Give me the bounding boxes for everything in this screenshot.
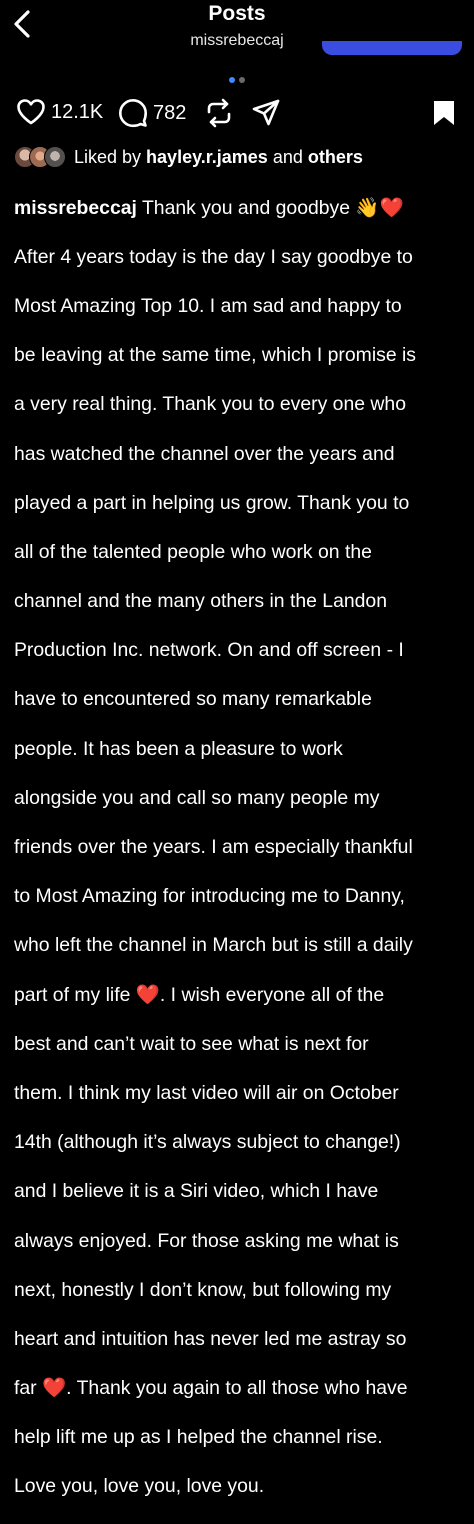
caption-line: and I believe it is a Siri video, which … — [14, 1180, 379, 1203]
caption-line: After 4 years today is the day I say goo… — [14, 245, 413, 268]
caption-line: them. I think my last video will air on … — [14, 1081, 399, 1104]
caption-line: channel and the many others in the Lando… — [14, 590, 388, 613]
liked-by-row[interactable]: Liked by hayley.r.james and others — [14, 144, 363, 170]
liker-avatars[interactable] — [14, 146, 70, 168]
caption-line: Thank you and goodbye 👋❤️ — [141, 196, 404, 219]
caption-line: always enjoyed. For those asking me what… — [14, 1229, 399, 1252]
comment-icon — [119, 99, 147, 128]
carousel-dot-active[interactable] — [229, 77, 235, 83]
post-caption: missrebeccaj Thank you and goodbye 👋❤️ A… — [14, 171, 464, 1524]
page-title: Posts — [208, 2, 266, 25]
liked-by-connector: and — [267, 146, 308, 167]
action-button-peek[interactable] — [322, 41, 462, 55]
carousel-dot[interactable] — [239, 77, 245, 83]
liked-by-others-link[interactable]: others — [308, 147, 363, 168]
caption-line: Production Inc. network. On and off scre… — [14, 639, 404, 662]
caption-line: Love you, love you, love you. — [14, 1475, 265, 1498]
caption-line: next, honestly I don’t know, but followi… — [14, 1278, 392, 1301]
caption-line: part of my life ❤️. I wish everyone all … — [14, 983, 385, 1006]
caption-line: played a part in helping us grow. Thank … — [14, 491, 410, 514]
caption-line: help lift me up as I helped the channel … — [14, 1426, 383, 1449]
caption-line: all of the talented people who work on t… — [14, 540, 372, 563]
bookmark-icon — [434, 101, 454, 125]
heart-icon — [17, 99, 45, 125]
repost-icon — [207, 98, 231, 128]
caption-line: people. It has been a pleasure to work — [14, 737, 343, 760]
caption-author[interactable]: missrebeccaj — [14, 197, 137, 219]
caption-line: a very real thing. Thank you to every on… — [14, 393, 406, 416]
caption-line: who left the channel in March but is sti… — [14, 934, 413, 957]
caption-line: 14th (although it’s always subject to ch… — [14, 1131, 401, 1154]
comment-count[interactable]: 782 — [153, 102, 186, 125]
caption-line: far ❤️. Thank you again to all those who… — [14, 1377, 408, 1400]
caption-line: heart and intuition has never led me ast… — [14, 1327, 407, 1350]
carousel-indicator — [0, 77, 474, 83]
share-icon — [252, 99, 280, 126]
caption-line: has watched the channel over the years a… — [14, 442, 395, 465]
comment-button[interactable]: 782 — [118, 98, 186, 128]
liked-by-user-link[interactable]: hayley.r.james — [146, 147, 268, 168]
top-bar: Posts missrebeccaj — [0, 0, 474, 60]
caption-line: be leaving at the same time, which I pro… — [14, 344, 416, 367]
bookmark-button[interactable] — [432, 99, 456, 127]
like-count[interactable]: 12.1K — [51, 101, 103, 124]
caption-line: friends over the years. I am especially … — [14, 836, 413, 859]
liked-by-prefix: Liked by — [74, 146, 147, 167]
caption-line: best and can’t wait to see what is next … — [14, 1032, 369, 1055]
avatar — [44, 146, 66, 168]
like-button[interactable]: 12.1K — [16, 98, 103, 126]
caption-line: have to encountered so many remarkable — [14, 688, 372, 711]
caption-line: to Most Amazing for introducing me to Da… — [14, 885, 405, 908]
caption-line: alongside you and call so many people my — [14, 786, 380, 809]
caption-line: Most Amazing Top 10. I am sad and happy … — [14, 294, 402, 317]
share-button[interactable] — [251, 98, 281, 128]
post-action-bar: 12.1K 782 — [0, 95, 474, 131]
repost-button[interactable] — [205, 98, 233, 128]
